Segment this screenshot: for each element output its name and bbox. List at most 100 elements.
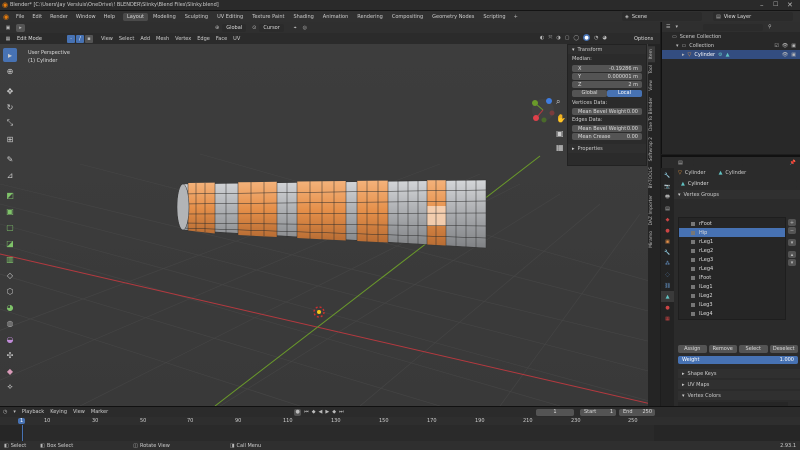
edge-bevel-weight-field[interactable]: Mean Bevel Weight 0.00 — [572, 125, 642, 132]
tab-shading[interactable]: Shading — [289, 13, 317, 21]
shading-rendered-icon[interactable]: ◕ — [602, 35, 606, 41]
menu-face[interactable]: Face — [216, 36, 227, 42]
output-properties-icon[interactable]: 🖶 — [661, 192, 674, 203]
shrink-fatten-icon[interactable]: ✣ — [3, 348, 17, 362]
overlay-icon[interactable]: ◑ — [556, 35, 560, 41]
remove-vertex-group-icon[interactable]: − — [788, 227, 796, 234]
menu-edge[interactable]: Edge — [197, 36, 210, 42]
shear-icon[interactable]: ◆ — [3, 364, 17, 378]
cursor-tool-icon[interactable]: ⊕ — [3, 64, 17, 78]
menu-help[interactable]: Help — [104, 14, 115, 20]
play-reverse-icon[interactable]: ◀ — [319, 409, 323, 415]
list-item[interactable]: rLeg3 — [679, 255, 785, 264]
pivot-point[interactable]: Cursor — [259, 23, 284, 32]
tab-layout[interactable]: Layout — [123, 12, 148, 21]
list-item[interactable]: lFoot — [679, 273, 785, 282]
record-icon[interactable]: ● — [294, 408, 302, 416]
menu-view[interactable]: View — [73, 409, 85, 415]
remove-button[interactable]: Remove — [708, 345, 737, 353]
tab-compositing[interactable]: Compositing — [388, 13, 427, 21]
list-item[interactable]: lLeg4 — [679, 309, 785, 318]
timeline-track[interactable]: 1 10 30 50 70 90 110 130 150 170 190 210… — [0, 417, 800, 441]
start-frame-field[interactable]: Start 1 — [580, 408, 616, 416]
menu-vertex[interactable]: Vertex — [175, 36, 191, 42]
vertex-select-icon[interactable]: · — [67, 34, 75, 43]
menu-keying[interactable]: Keying — [50, 409, 67, 415]
menu-view[interactable]: View — [101, 36, 113, 42]
select-box-icon[interactable]: ▸ — [3, 48, 17, 62]
outliner-collection[interactable]: ▾ ▭ Collection ☑ 👁 ▣ — [662, 41, 800, 50]
prev-keyframe-icon[interactable]: ◆ — [312, 409, 316, 415]
tab-texture-paint[interactable]: Texture Paint — [248, 13, 288, 21]
list-item[interactable]: rLeg2 — [679, 246, 785, 255]
transform-header[interactable]: ▾ Transform — [568, 45, 646, 54]
properties-header[interactable]: ▸ Properties — [568, 144, 646, 153]
orientation-icon[interactable]: ⊕ — [215, 25, 219, 31]
weight-slider[interactable]: Weight 1.000 — [678, 356, 798, 364]
xray-icon[interactable]: ▢ — [565, 35, 570, 41]
outliner-search-input[interactable] — [703, 23, 763, 31]
render-camera-icon[interactable]: ▣ — [791, 43, 796, 49]
properties-search-input[interactable] — [692, 159, 743, 166]
jump-end-icon[interactable]: ⏭ — [339, 409, 344, 415]
list-item[interactable]: lLeg3 — [679, 300, 785, 309]
jump-start-icon[interactable]: ⏮ — [304, 409, 309, 415]
visibility-eye-icon[interactable]: 👁 — [782, 43, 788, 49]
annotate-tool-icon[interactable]: ✎ — [3, 152, 17, 166]
tab-dae-to-blender[interactable]: Dae To Blender — [648, 94, 655, 134]
edge-slide-icon[interactable]: ◒ — [3, 332, 17, 346]
outliner-scene-collection[interactable]: ▭ Scene Collection — [662, 32, 800, 41]
spin-icon[interactable]: ◕ — [3, 300, 17, 314]
add-workspace-icon[interactable]: + — [514, 14, 518, 20]
physics-properties-icon[interactable]: ◌ — [661, 269, 674, 280]
vertex-groups-header[interactable]: ▾ Vertex Groups — [662, 190, 800, 199]
shading-solid-icon[interactable]: ● — [583, 34, 591, 41]
mesh-data-properties-icon[interactable]: ▲ — [661, 291, 674, 302]
snap-icon[interactable]: ⌖ — [294, 25, 297, 31]
menu-window[interactable]: Window — [76, 14, 96, 20]
add-vertex-group-icon[interactable]: + — [788, 219, 796, 226]
maximize-icon[interactable]: ☐ — [773, 1, 778, 8]
mesh-datablock-field[interactable]: ▲ Cylinder — [678, 180, 797, 188]
shape-keys-header[interactable]: ▸ Shape Keys — [678, 369, 800, 378]
constraint-properties-icon[interactable]: ⛓ — [661, 280, 674, 291]
list-item[interactable]: lLeg2 — [679, 291, 785, 300]
frame-ruler[interactable]: 1 10 30 50 70 90 110 130 150 170 190 210… — [0, 417, 800, 425]
extrude-icon[interactable]: ▣ — [3, 204, 17, 218]
next-keyframe-icon[interactable]: ◆ — [332, 409, 336, 415]
render-properties-icon[interactable]: 📷 — [661, 181, 674, 192]
play-icon[interactable]: ▶ — [325, 409, 329, 415]
local-button[interactable]: Local — [607, 90, 642, 97]
scale-tool-icon[interactable]: ⤡ — [3, 116, 17, 130]
tool-select-icon[interactable]: ▸ — [16, 23, 25, 32]
tab-sculpting[interactable]: Sculpting — [181, 13, 212, 21]
transform-orientation[interactable]: Global — [222, 23, 247, 32]
rotate-tool-icon[interactable]: ↻ — [3, 100, 17, 114]
view-layer-selector[interactable]: ▤ View Layer — [713, 12, 793, 21]
shading-material-icon[interactable]: ◔ — [594, 35, 598, 41]
tab-tool[interactable]: Tool — [648, 62, 655, 77]
bevel-icon[interactable]: ◪ — [3, 236, 17, 250]
visibility-eye-icon[interactable]: 👁 — [782, 52, 788, 58]
world-properties-icon[interactable]: ● — [661, 225, 674, 236]
menu-file[interactable]: File — [16, 14, 24, 20]
outliner-editor-icon[interactable]: ☰ — [666, 24, 670, 30]
scene-properties-icon[interactable]: ◆ — [661, 214, 674, 225]
vertex-group-list[interactable]: rFoot Hip rLeg1 rLeg2 rLeg3 rLeg4 lFoot … — [678, 217, 786, 320]
menu-add[interactable]: Add — [140, 36, 150, 42]
tab-geometry-nodes[interactable]: Geometry Nodes — [428, 13, 478, 21]
object-properties-icon[interactable]: ▣ — [661, 236, 674, 247]
tab-item[interactable]: Item — [648, 46, 655, 63]
assign-button[interactable]: Assign — [678, 345, 707, 353]
scene-selector[interactable]: ◈ Scene — [622, 12, 702, 21]
properties-editor-icon[interactable]: ▤ — [678, 160, 683, 166]
menu-playback[interactable]: Playback — [22, 409, 44, 415]
menu-edit[interactable]: Edit — [32, 14, 42, 20]
filter-icon[interactable]: ⚲ — [768, 24, 772, 30]
transform-tool-icon[interactable]: ⊞ — [3, 132, 17, 146]
list-item[interactable]: rLeg4 — [679, 264, 785, 273]
tab-view[interactable]: View — [648, 77, 655, 94]
measure-tool-icon[interactable]: ⊿ — [3, 168, 17, 182]
display-mode-icon[interactable]: ▾ — [675, 24, 678, 30]
specials-menu-icon[interactable]: ▾ — [788, 239, 796, 246]
